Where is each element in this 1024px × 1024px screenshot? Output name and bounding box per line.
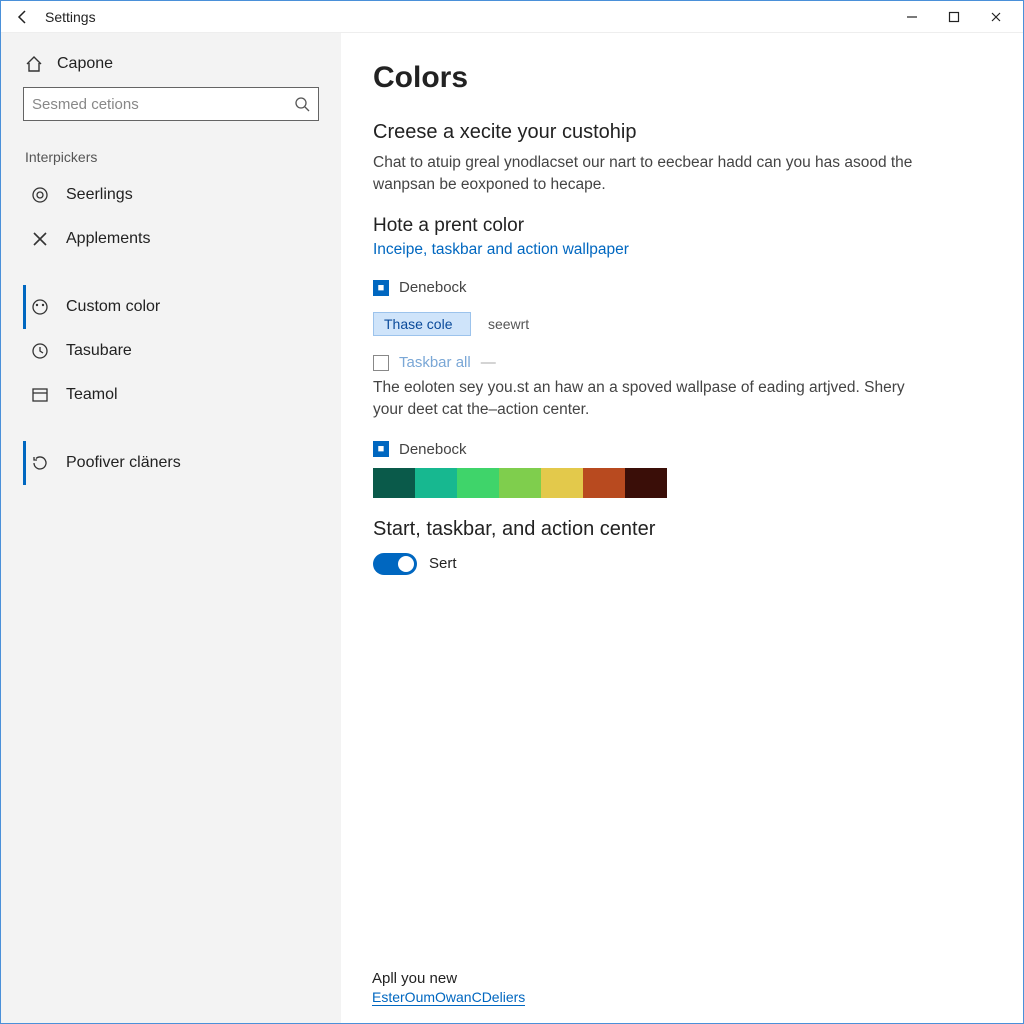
home-row[interactable]: Capone	[23, 51, 319, 87]
checkbox-icon: ■	[373, 280, 389, 296]
sidebar-item-seerlings[interactable]: Seerlings	[23, 173, 319, 217]
toggle-knob	[398, 556, 414, 572]
accent-heading: Hote a prent color	[373, 215, 979, 237]
checkbox-aside: —	[481, 354, 496, 371]
color-swatch[interactable]	[373, 468, 415, 498]
home-icon	[25, 55, 43, 73]
footer-link[interactable]: EsterOumOwanCDeliers	[372, 989, 525, 1006]
search-placeholder: Sesmed cetions	[32, 96, 294, 113]
maximize-button[interactable]	[933, 3, 975, 31]
accent-link[interactable]: Inceipe, taskbar and action wallpaper	[373, 241, 629, 259]
color-swatch[interactable]	[457, 468, 499, 498]
palette-icon	[30, 297, 50, 317]
selected-chip[interactable]: Thase cole	[373, 312, 471, 336]
sidebar-item-label: Custom color	[66, 298, 160, 316]
titlebar: Settings	[1, 1, 1023, 33]
settings-window: Settings Capone Sesmed cetions	[0, 0, 1024, 1024]
color-swatch[interactable]	[415, 468, 457, 498]
checkbox-icon: ■	[373, 441, 389, 457]
sidebar-item-label: Poofiver cläners	[66, 454, 181, 472]
sidebar-item-custom-color[interactable]: Custom color	[23, 285, 319, 329]
gear-icon	[30, 185, 50, 205]
color-swatch[interactable]	[541, 468, 583, 498]
toggle-sert[interactable]	[373, 553, 417, 575]
main-panel: Colors Creese a xecite your custohip Cha…	[341, 33, 1023, 1023]
content-area: Capone Sesmed cetions Interpickers Seerl…	[1, 33, 1023, 1023]
chip-aside: seewrt	[488, 316, 529, 332]
close-icon	[990, 11, 1002, 23]
description-text-2: The eoloten sey you.st an haw an a spove…	[373, 377, 933, 420]
sidebar-section-header: Interpickers	[25, 149, 319, 165]
color-swatch[interactable]	[625, 468, 667, 498]
calendar-icon	[30, 385, 50, 405]
checkbox-label: Taskbar all	[399, 354, 471, 371]
refresh-icon	[30, 453, 50, 473]
checkbox-denebock-1[interactable]: ■ Denebock	[373, 279, 979, 296]
arrow-left-icon	[15, 9, 31, 25]
color-swatch[interactable]	[499, 468, 541, 498]
sidebar-gap	[23, 417, 319, 441]
color-swatch-row	[373, 468, 979, 498]
checkbox-label: Denebock	[399, 279, 467, 296]
clock-icon	[30, 341, 50, 361]
footer-text: Apll you new	[372, 970, 525, 987]
chip-row: Thase cole seewrt	[373, 302, 979, 348]
maximize-icon	[948, 11, 960, 23]
checkbox-taskbar-all[interactable]: Taskbar all —	[373, 354, 979, 371]
close-button[interactable]	[975, 3, 1017, 31]
sidebar-gap	[23, 261, 319, 285]
sidebar-item-label: Tasubare	[66, 342, 132, 360]
sidebar-item-poofiver[interactable]: Poofiver cläners	[23, 441, 319, 485]
search-icon	[294, 96, 310, 112]
search-input[interactable]: Sesmed cetions	[23, 87, 319, 121]
sidebar-item-label: Teamol	[66, 386, 118, 404]
description-text: Chat to atuip greal ynodlacset our nart …	[373, 152, 933, 195]
toggle-sert-row: Sert	[373, 553, 979, 575]
back-button[interactable]	[11, 5, 35, 29]
sidebar-item-teamol[interactable]: Teamol	[23, 373, 319, 417]
checkbox-denebock-2[interactable]: ■ Denebock	[373, 441, 979, 458]
sidebar: Capone Sesmed cetions Interpickers Seerl…	[1, 33, 341, 1023]
minimize-button[interactable]	[891, 3, 933, 31]
checkbox-empty-icon	[373, 355, 389, 371]
sidebar-item-label: Applements	[66, 230, 151, 248]
sidebar-item-tasubare[interactable]: Tasubare	[23, 329, 319, 373]
sidebar-item-label: Seerlings	[66, 186, 133, 204]
home-label: Capone	[57, 55, 113, 73]
section-start-taskbar: Start, taskbar, and action center	[373, 518, 979, 541]
sidebar-item-applements[interactable]: Applements	[23, 217, 319, 261]
footer-area: Apll you new EsterOumOwanCDeliers	[372, 970, 525, 1006]
window-title: Settings	[45, 9, 96, 25]
checkbox-label: Denebock	[399, 441, 467, 458]
minimize-icon	[906, 11, 918, 23]
toggle-label: Sert	[429, 555, 457, 572]
subheading: Creese a xecite your custohip	[373, 121, 979, 144]
color-swatch[interactable]	[583, 468, 625, 498]
page-title: Colors	[373, 61, 979, 95]
x-icon	[30, 229, 50, 249]
